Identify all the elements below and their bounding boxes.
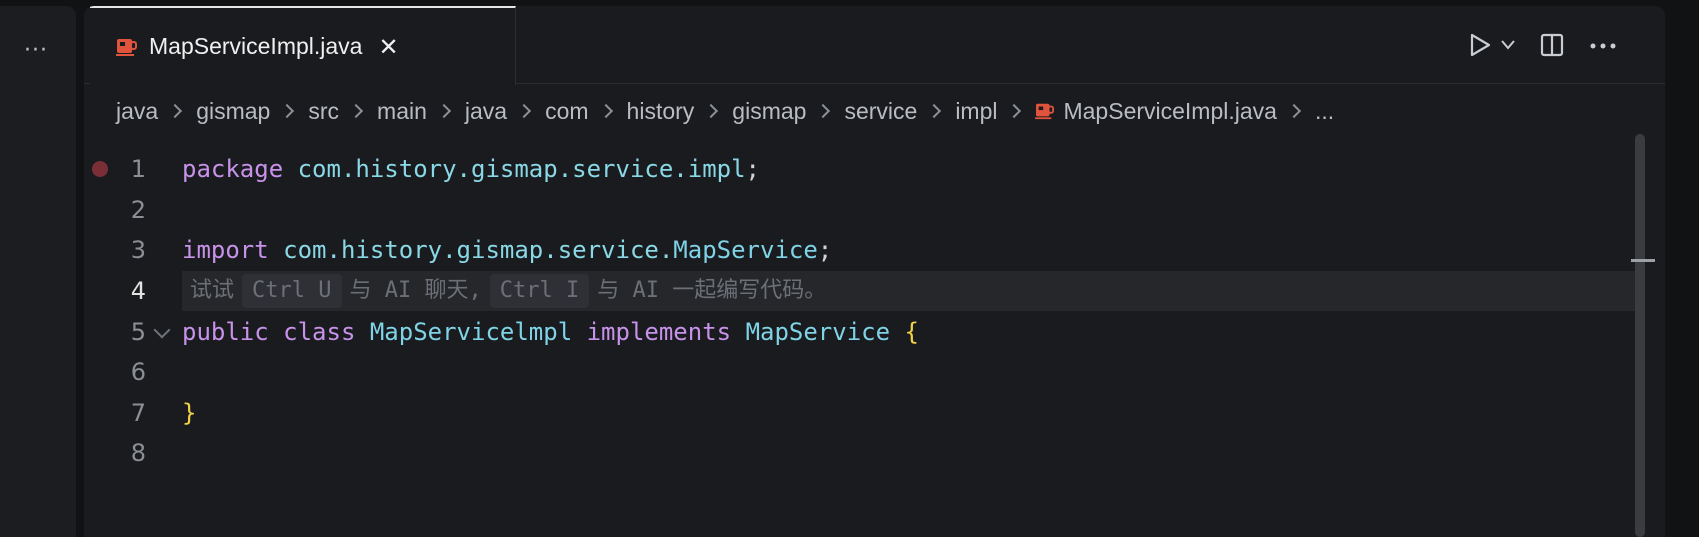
chevron-right-icon — [348, 103, 364, 119]
ide-window: ··· MapServiceImpl.java ✕ java gismap sr… — [0, 0, 1699, 537]
code-text: public class MapServicelmpl implements M… — [182, 318, 919, 346]
tab-mapserviceimpl[interactable]: MapServiceImpl.java ✕ — [90, 6, 516, 85]
code-line: 7 } — [84, 393, 1644, 433]
close-icon[interactable]: ✕ — [378, 33, 398, 61]
code-line: 1 package com.history.gismap.service.imp… — [84, 149, 1644, 189]
code-text: } — [182, 399, 197, 427]
breadcrumb-item[interactable]: com — [545, 98, 588, 125]
code-text: package com.history.gismap.service.impl; — [182, 155, 760, 183]
line-number: 7 — [130, 399, 146, 427]
java-file-icon — [116, 38, 137, 56]
breadcrumb-item[interactable]: impl — [955, 98, 997, 125]
split-editor-icon[interactable] — [1539, 32, 1565, 58]
line-number: 6 — [130, 358, 146, 386]
shortcut-ctrl-i: Ctrl I — [489, 274, 590, 308]
shortcut-ctrl-u: Ctrl U — [242, 274, 342, 308]
breadcrumb-item[interactable]: java — [116, 98, 158, 125]
code-line: 8 — [84, 433, 1644, 473]
cursor-position-marker — [1631, 259, 1655, 262]
chevron-down-icon[interactable] — [1500, 38, 1516, 52]
run-icon[interactable] — [1467, 32, 1493, 58]
breadcrumb-item[interactable]: main — [377, 98, 427, 125]
java-file-icon — [1035, 103, 1055, 120]
chevron-right-icon — [280, 103, 295, 119]
code-line: 3 import com.history.gismap.service.MapS… — [84, 230, 1644, 270]
more-icon[interactable] — [1589, 42, 1617, 50]
breadcrumb-item[interactable]: gismap — [196, 98, 270, 125]
code-line: 6 — [84, 352, 1644, 392]
code-line: 5 public class MapServicelmpl implements… — [84, 312, 1644, 352]
line-number: 3 — [130, 236, 146, 264]
tab-label: MapServiceImpl.java — [149, 33, 363, 59]
breadcrumb-item[interactable]: src — [308, 98, 339, 125]
line-number: 5 — [130, 318, 146, 346]
chevron-right-icon — [517, 103, 532, 119]
scrollbar-thumb[interactable] — [1635, 134, 1645, 537]
tab-bar: MapServiceImpl.java ✕ — [84, 6, 1665, 85]
line-number: 8 — [130, 439, 146, 467]
vertical-scrollbar[interactable] — [1635, 134, 1645, 537]
chevron-right-icon — [816, 103, 831, 119]
more-icon[interactable]: ··· — [18, 34, 54, 66]
left-panel: ··· — [0, 6, 76, 537]
breadcrumb-item[interactable]: service — [844, 98, 917, 125]
chevron-right-icon — [1286, 103, 1302, 119]
fold-chevron-icon[interactable] — [153, 321, 171, 339]
line-number: 1 — [130, 155, 146, 183]
chevron-right-icon — [168, 103, 183, 119]
breakpoint-icon[interactable] — [92, 161, 108, 177]
chevron-right-icon — [436, 103, 451, 119]
line-number: 4 — [130, 277, 146, 305]
chevron-right-icon — [927, 103, 942, 119]
breadcrumb-item[interactable]: history — [627, 98, 695, 125]
breadcrumb: java gismap src main java com history gi… — [116, 91, 1334, 131]
editor-panel: MapServiceImpl.java ✕ java gismap src ma… — [84, 6, 1665, 537]
breadcrumb-file-label: MapServiceImpl.java — [1063, 97, 1277, 124]
ai-hint: 试试 Ctrl U 与 AI 聊天, Ctrl I 与 AI 一起编写代码。 — [182, 271, 834, 311]
breadcrumb-item[interactable]: java — [465, 98, 507, 125]
chevron-right-icon — [1007, 103, 1022, 119]
breadcrumb-item-symbols[interactable]: ... — [1315, 98, 1334, 125]
code-editor[interactable]: 1 package com.history.gismap.service.imp… — [84, 146, 1644, 537]
code-text: import com.history.gismap.service.MapSer… — [182, 236, 833, 264]
line-number: 2 — [130, 196, 146, 224]
breadcrumb-item-file[interactable]: MapServiceImpl.java — [1035, 97, 1277, 125]
code-line: 2 — [84, 190, 1644, 230]
ai-hint-line: 试试 Ctrl U 与 AI 聊天, Ctrl I 与 AI 一起编写代码。 — [182, 271, 1642, 311]
editor-toolbar — [1445, 6, 1665, 84]
breadcrumb-item[interactable]: gismap — [732, 98, 806, 125]
chevron-right-icon — [704, 103, 719, 119]
chevron-right-icon — [598, 103, 613, 119]
